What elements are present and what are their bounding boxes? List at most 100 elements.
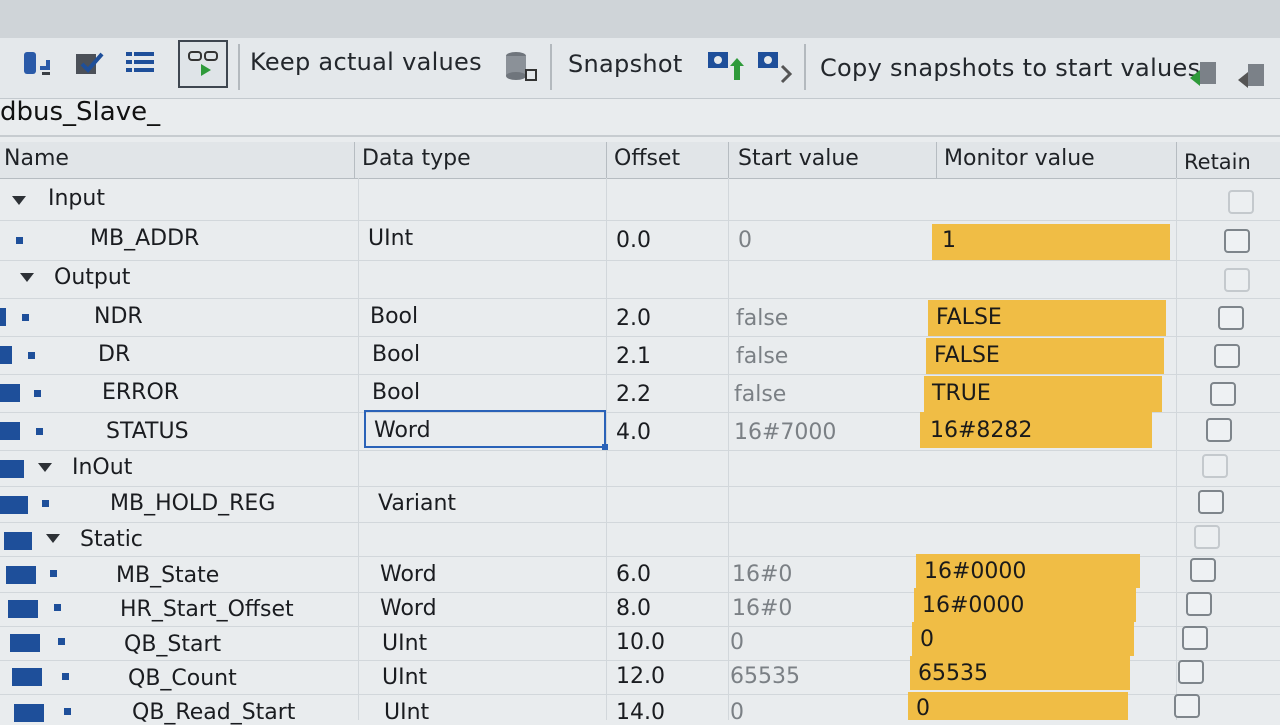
variable-name[interactable]: QB_Read_Start (132, 700, 295, 725)
data-type-cell[interactable]: Bool (370, 304, 418, 329)
variable-name[interactable]: QB_Count (128, 666, 237, 691)
collapse-icon[interactable] (38, 463, 52, 472)
start-value-cell[interactable]: 0 (730, 630, 744, 655)
retain-checkbox[interactable] (1224, 229, 1250, 253)
data-type-cell[interactable]: Word (380, 596, 437, 621)
retain-checkbox[interactable] (1182, 626, 1208, 650)
toolbar-separator (238, 44, 240, 90)
start-value-cell[interactable]: 16#7000 (734, 420, 836, 445)
retain-checkbox[interactable] (1210, 382, 1236, 406)
table-row-section-inout[interactable] (0, 450, 1280, 487)
interface-icon (0, 460, 24, 478)
monitor-value-cell: FALSE (936, 305, 1002, 330)
column-divider[interactable] (354, 142, 355, 178)
offset-cell: 10.0 (616, 630, 665, 655)
start-value-cell[interactable]: false (736, 344, 788, 369)
section-name: InOut (72, 455, 133, 480)
start-value-cell[interactable]: false (734, 382, 786, 407)
variable-icon (62, 673, 69, 680)
column-header-data-type[interactable]: Data type (362, 146, 471, 171)
monitor-value-cell: 16#0000 (924, 559, 1027, 584)
column-header-start-value[interactable]: Start value (738, 146, 859, 171)
column-header-offset[interactable]: Offset (614, 146, 680, 171)
table-row-section-input[interactable] (0, 182, 1280, 221)
window-title-strip (0, 0, 1280, 39)
snapshot-label[interactable]: Snapshot (568, 50, 683, 78)
retain-checkbox (1194, 525, 1220, 549)
collapse-icon[interactable] (20, 273, 34, 282)
start-value-cell[interactable]: 16#0 (732, 596, 792, 621)
column-divider[interactable] (728, 142, 729, 178)
variable-icon (58, 638, 65, 645)
data-type-cell[interactable]: Bool (372, 342, 420, 367)
variable-icon (34, 390, 41, 397)
data-type-cell[interactable]: UInt (368, 226, 413, 251)
interface-icon (0, 422, 20, 440)
copy-start-2-icon[interactable] (1232, 56, 1272, 96)
variable-name[interactable]: STATUS (106, 419, 189, 444)
variable-name[interactable]: MB_State (116, 563, 219, 588)
snapshot-save-icon[interactable] (702, 44, 746, 88)
data-type-cell[interactable]: Word (380, 562, 437, 587)
offset-cell: 6.0 (616, 562, 651, 587)
variable-name[interactable]: ERROR (102, 380, 179, 405)
column-header-name[interactable]: Name (4, 146, 69, 171)
copy-snapshots-label[interactable]: Copy snapshots to start values (820, 54, 1200, 82)
column-divider[interactable] (936, 142, 937, 178)
start-value-cell[interactable]: false (736, 306, 788, 331)
retain-checkbox (1202, 454, 1228, 478)
keep-values-icon[interactable] (498, 44, 542, 88)
retain-checkbox[interactable] (1174, 694, 1200, 718)
retain-checkbox[interactable] (1206, 418, 1232, 442)
copy-start-icon[interactable] (1184, 54, 1224, 94)
data-type-cell[interactable]: Bool (372, 380, 420, 405)
snapshot-load-icon[interactable] (752, 44, 796, 88)
retain-checkbox[interactable] (1198, 490, 1224, 514)
column-divider[interactable] (606, 142, 607, 178)
table-row-section-static[interactable] (0, 522, 1280, 557)
interface-icon (4, 532, 32, 550)
monitor-value-highlight (932, 224, 1170, 260)
column-divider[interactable] (1176, 142, 1177, 178)
data-type-cell[interactable]: Variant (378, 491, 456, 516)
offset-cell: 14.0 (616, 700, 665, 725)
variable-name[interactable]: QB_Start (124, 632, 221, 657)
variable-icon (22, 314, 29, 321)
retain-checkbox[interactable] (1214, 344, 1240, 368)
variable-icon (16, 237, 23, 244)
expand-all-icon[interactable] (120, 44, 160, 84)
collapse-icon[interactable] (12, 196, 26, 205)
variable-name[interactable]: NDR (94, 304, 143, 329)
column-header-retain[interactable]: Retain (1184, 150, 1251, 174)
start-value-cell[interactable]: 16#0 (732, 562, 792, 587)
data-type-cell[interactable]: UInt (384, 700, 429, 725)
retain-checkbox[interactable] (1186, 592, 1212, 616)
title-divider (0, 135, 1280, 137)
monitor-value-cell: 16#8282 (930, 418, 1033, 443)
start-value-cell[interactable]: 0 (738, 228, 752, 253)
variable-name[interactable]: MB_HOLD_REG (110, 491, 275, 516)
insert-row-icon[interactable] (18, 44, 58, 84)
insert-block-icon[interactable] (70, 44, 110, 84)
data-type-cell[interactable]: UInt (382, 665, 427, 690)
data-type-cell[interactable]: Word (374, 418, 431, 443)
table-row-section-output[interactable] (0, 260, 1280, 299)
variable-name[interactable]: DR (98, 342, 130, 367)
retain-checkbox[interactable] (1218, 306, 1244, 330)
section-name: Output (54, 265, 131, 290)
monitor-all-icon[interactable] (178, 40, 228, 88)
column-header-monitor-value[interactable]: Monitor value (944, 146, 1095, 171)
start-value-cell[interactable]: 0 (730, 700, 744, 725)
retain-checkbox[interactable] (1178, 660, 1204, 684)
variable-name[interactable]: HR_Start_Offset (120, 597, 294, 622)
collapse-icon[interactable] (46, 534, 60, 543)
monitor-value-cell: 0 (916, 696, 930, 721)
variable-icon (64, 708, 71, 715)
variable-name[interactable]: MB_ADDR (90, 226, 199, 251)
start-value-cell[interactable]: 65535 (730, 664, 800, 689)
retain-checkbox[interactable] (1190, 558, 1216, 582)
keep-actual-values-label[interactable]: Keep actual values (250, 48, 482, 76)
data-type-cell[interactable]: UInt (382, 631, 427, 656)
monitor-value-highlight (912, 622, 1134, 656)
monitor-value-highlight (908, 692, 1128, 720)
